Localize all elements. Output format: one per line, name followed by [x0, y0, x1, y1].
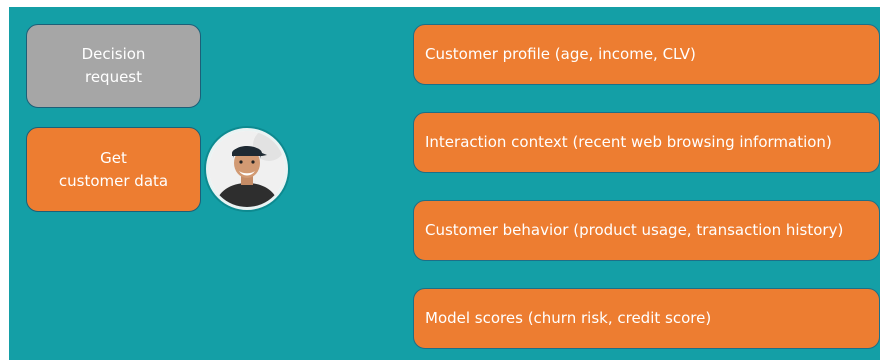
- customer-profile-label: Customer profile (age, income, CLV): [425, 45, 696, 63]
- model-scores-box: Model scores (churn risk, credit score): [413, 288, 880, 349]
- customer-behavior-box: Customer behavior (product usage, transa…: [413, 200, 880, 261]
- customer-behavior-label: Customer behavior (product usage, transa…: [425, 221, 844, 239]
- interaction-context-box: Interaction context (recent web browsing…: [413, 112, 880, 173]
- customer-avatar-icon: [206, 128, 288, 210]
- decision-request-line2: request: [84, 68, 143, 86]
- customer-profile-box: Customer profile (age, income, CLV): [413, 24, 880, 85]
- get-customer-data-box: Get customer data: [26, 127, 201, 212]
- get-customer-data-line1: Get: [100, 148, 127, 167]
- decision-request-box: Decision request: [26, 24, 201, 108]
- interaction-context-label: Interaction context (recent web browsing…: [425, 133, 832, 151]
- diagram-canvas: Decision request Get customer data Custo…: [9, 7, 880, 360]
- model-scores-label: Model scores (churn risk, credit score): [425, 309, 712, 327]
- decision-request-line1: Decision: [81, 45, 146, 63]
- get-customer-data-line2: customer data: [58, 171, 169, 190]
